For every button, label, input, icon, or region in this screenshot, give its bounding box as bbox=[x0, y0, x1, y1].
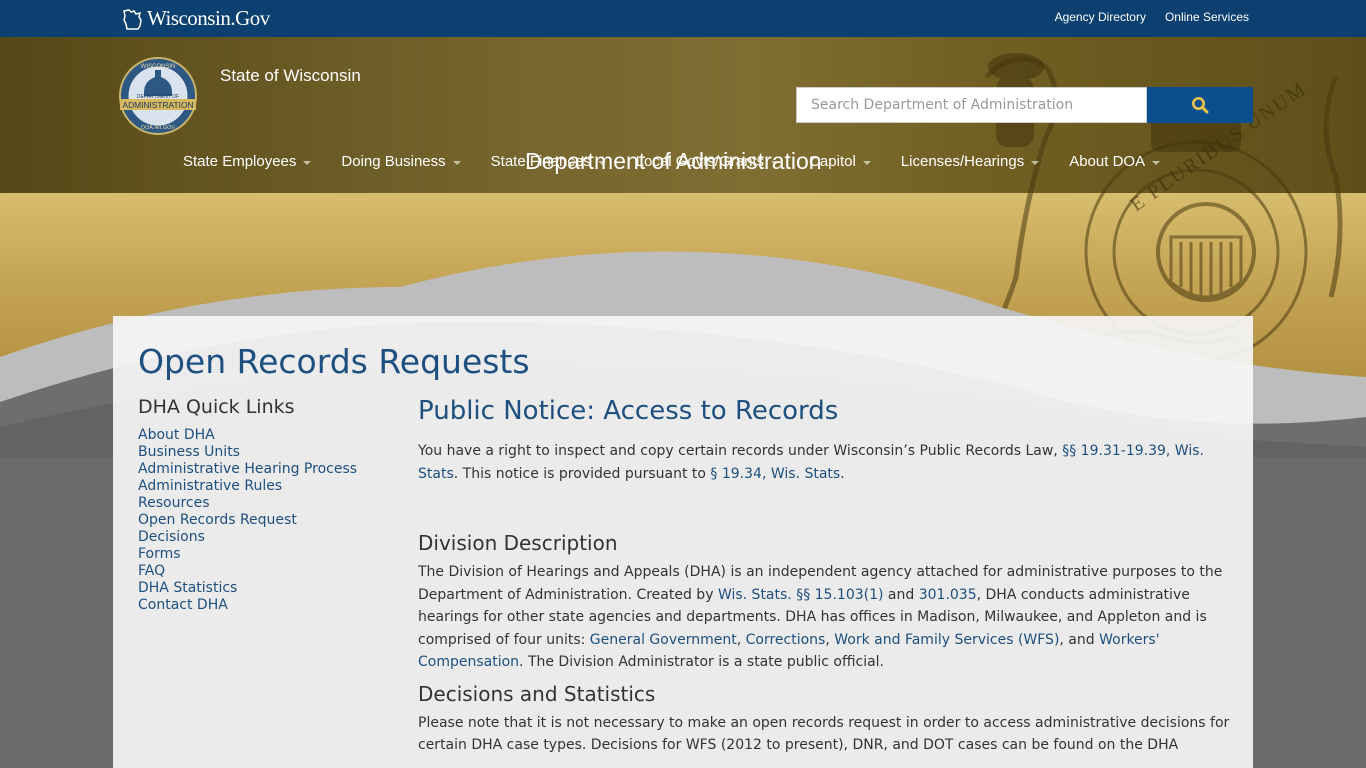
nav-label: Doing Business bbox=[341, 153, 446, 170]
text: and bbox=[883, 586, 919, 603]
nav-about-doa[interactable]: About DOA bbox=[1069, 153, 1161, 170]
search-icon bbox=[1192, 97, 1209, 114]
agency-directory-link[interactable]: Agency Directory bbox=[1055, 10, 1146, 24]
online-services-link[interactable]: Online Services bbox=[1165, 10, 1249, 24]
caret-down-icon bbox=[452, 161, 461, 165]
link-wis-stats-15-103[interactable]: Wis. Stats. §§ 15.103(1) bbox=[718, 587, 884, 603]
division-paragraph: The Division of Hearings and Appeals (DH… bbox=[418, 561, 1238, 674]
sidebar-link-hearing-process[interactable]: Administrative Hearing Process bbox=[138, 461, 398, 478]
text: . The Division Administrator is a state … bbox=[519, 654, 884, 670]
nav-label: State Finances bbox=[490, 153, 591, 170]
division-heading: Division Description bbox=[418, 531, 618, 555]
caret-down-icon bbox=[862, 161, 871, 165]
notice-title: Public Notice: Access to Records bbox=[418, 396, 839, 426]
sidebar-link-business-units[interactable]: Business Units bbox=[138, 444, 398, 461]
caret-down-icon bbox=[303, 161, 312, 165]
nav-licenses-hearings[interactable]: Licenses/Hearings bbox=[900, 153, 1040, 170]
search-button[interactable] bbox=[1147, 87, 1253, 123]
quick-links-sidebar: DHA Quick Links About DHA Business Units… bbox=[138, 396, 398, 614]
text: , bbox=[825, 631, 835, 648]
sidebar-link-decisions[interactable]: Decisions bbox=[138, 529, 398, 546]
text: , and bbox=[1059, 631, 1100, 648]
main-navigation: State Employees Doing Business State Fin… bbox=[183, 153, 1190, 170]
nav-capitol[interactable]: Capitol bbox=[809, 153, 871, 170]
caret-down-icon bbox=[1031, 161, 1040, 165]
seal-top-text: WISCONSIN bbox=[141, 64, 176, 70]
sidebar-link-open-records-request[interactable]: Open Records Request bbox=[138, 512, 398, 529]
site-search bbox=[796, 87, 1253, 123]
link-wis-stats-19-34[interactable]: § 19.34, Wis. Stats bbox=[710, 466, 840, 482]
page-title: Open Records Requests bbox=[138, 342, 530, 381]
link-301-035[interactable]: 301.035 bbox=[919, 587, 977, 603]
nav-state-finances[interactable]: State Finances bbox=[491, 153, 606, 170]
seal-bottom-text: DOA.WI.GOV bbox=[141, 125, 175, 131]
nav-label: Local Govts/Grants bbox=[635, 153, 765, 170]
sidebar-link-about-dha[interactable]: About DHA bbox=[138, 427, 398, 444]
intro-paragraph: You have a right to inspect and copy cer… bbox=[418, 440, 1238, 485]
text: . This notice is provided pursuant to bbox=[453, 465, 711, 482]
sidebar-link-forms[interactable]: Forms bbox=[138, 546, 398, 563]
nav-state-employees[interactable]: State Employees bbox=[183, 153, 312, 170]
sidebar-link-contact-dha[interactable]: Contact DHA bbox=[138, 597, 398, 614]
decisions-paragraph: Please note that it is not necessary to … bbox=[418, 714, 1230, 754]
decisions-heading: Decisions and Statistics bbox=[418, 681, 656, 706]
sidebar-link-resources[interactable]: Resources bbox=[138, 495, 398, 512]
sidebar-link-administrative-rules[interactable]: Administrative Rules bbox=[138, 478, 398, 495]
top-bar: Wisconsin.Gov Agency Directory Online Se… bbox=[0, 0, 1366, 37]
doa-seal-logo[interactable]: ADMINISTRATION WISCONSIN DEPARTMENT OF D… bbox=[114, 56, 202, 136]
text: , bbox=[736, 631, 746, 648]
link-corrections[interactable]: Corrections bbox=[746, 632, 826, 648]
search-input[interactable] bbox=[796, 87, 1147, 123]
seal-dept-text: DEPARTMENT OF bbox=[137, 94, 179, 100]
nav-label: About DOA bbox=[1069, 153, 1146, 170]
state-name: State of Wisconsin bbox=[220, 66, 361, 85]
seal-administration-text: ADMINISTRATION bbox=[122, 100, 193, 110]
main-content: Public Notice: Access to Records You hav… bbox=[418, 396, 1238, 757]
link-work-family-services[interactable]: Work and Family Services (WFS) bbox=[834, 632, 1059, 648]
sidebar-heading: DHA Quick Links bbox=[138, 396, 295, 418]
text: . bbox=[840, 465, 845, 482]
brand-text: Wisconsin.Gov bbox=[147, 6, 270, 30]
text: You have a right to inspect and copy cer… bbox=[418, 443, 1063, 459]
caret-down-icon bbox=[1152, 161, 1161, 165]
wisconsin-gov-logo[interactable]: Wisconsin.Gov bbox=[121, 5, 270, 32]
utility-links: Agency Directory Online Services bbox=[1055, 10, 1249, 24]
content-card: Open Records Requests DHA Quick Links Ab… bbox=[113, 316, 1253, 768]
sidebar-link-faq[interactable]: FAQ bbox=[138, 563, 398, 580]
caret-down-icon bbox=[597, 161, 606, 165]
nav-doing-business[interactable]: Doing Business bbox=[341, 153, 461, 170]
link-general-government[interactable]: General Government bbox=[590, 632, 737, 648]
nav-label: Capitol bbox=[809, 153, 856, 170]
wisconsin-state-icon bbox=[123, 8, 142, 30]
nav-label: State Employees bbox=[183, 153, 297, 170]
site-titles: State of Wisconsin Department of Adminis… bbox=[220, 66, 822, 174]
sidebar-link-dha-statistics[interactable]: DHA Statistics bbox=[138, 580, 398, 597]
caret-down-icon bbox=[771, 161, 780, 165]
nav-label: Licenses/Hearings bbox=[900, 153, 1025, 170]
nav-local-govts-grants[interactable]: Local Govts/Grants bbox=[635, 153, 780, 170]
